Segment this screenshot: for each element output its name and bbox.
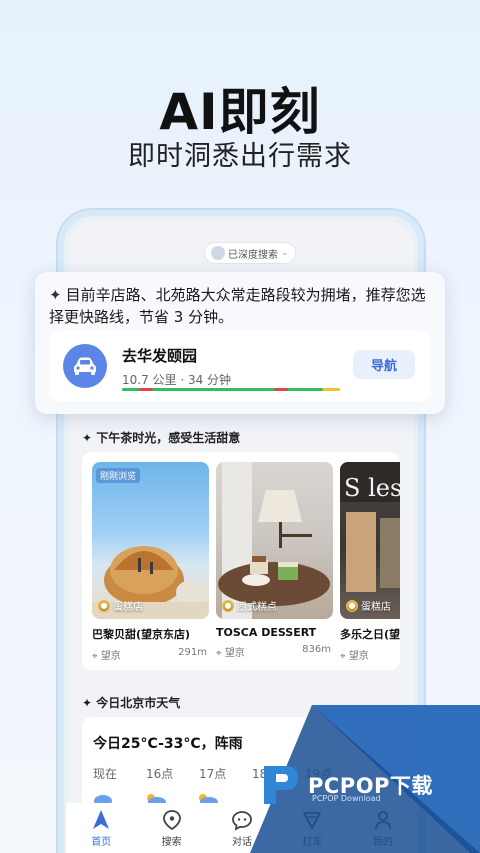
shop-area-label: 望京: [348, 651, 369, 662]
category-label: 蛋糕店: [113, 602, 143, 613]
shop-category-icon: ●: [98, 599, 110, 612]
tab-taxi[interactable]: 打车: [282, 809, 342, 848]
shop-meta: ⌖ 望京: [340, 647, 400, 662]
ai-message-text: 目前辛店路、北苑路大众常走路段较为拥堵，推荐您选择更快路线，节省 3 分钟。: [49, 286, 426, 326]
tab-label: 对话: [231, 837, 252, 848]
shop-category-icon: ●: [346, 599, 358, 612]
shop-card[interactable]: ● 西式糕点 TOSCA DESSERT ⌖ 望京 836m: [216, 462, 333, 659]
car-icon: [63, 344, 107, 388]
tab-search[interactable]: 搜索: [142, 809, 202, 848]
shop-name: 巴黎贝甜(望京东店): [92, 628, 191, 641]
shop-area-label: 望京: [100, 651, 121, 662]
weather-summary: 今日25°C-33°C，阵雨: [93, 736, 243, 752]
route-destination: 去华发颐园: [122, 347, 198, 365]
ai-message: ✦ 目前辛店路、北苑路大众常走路段较为拥堵，推荐您选择更快路线，节省 3 分钟。: [49, 284, 439, 328]
recent-badge: 刚刚浏览: [96, 468, 141, 483]
sparkle-icon: ✦: [82, 431, 97, 445]
user-icon: [374, 811, 391, 830]
chevron-down-icon: ⌄: [281, 248, 289, 258]
taxi-icon: [303, 812, 322, 829]
route-card[interactable]: 去华发颐园 10.7 公里 · 34 分钟 导航: [49, 331, 431, 401]
hour-label: 17点: [199, 767, 227, 781]
location-pin-icon: ⌖: [216, 648, 225, 659]
shop-area-label: 望京: [224, 648, 245, 659]
category-tag: ● 蛋糕店: [346, 598, 391, 613]
shop-name: TOSCA DESSERT: [216, 626, 317, 639]
tab-label: 我的: [372, 837, 393, 848]
tab-label: 搜索: [161, 837, 182, 848]
category-tag: ● 西式糕点: [222, 598, 277, 613]
sparkle-icon: ✦: [82, 696, 97, 710]
svg-text:S les IO: S les IO: [344, 474, 400, 502]
location-pin-icon: ⌖: [340, 651, 349, 662]
category-label: 蛋糕店: [361, 602, 391, 613]
shop-area: ⌖ 望京: [92, 647, 121, 662]
hour-label: 16点: [146, 767, 174, 781]
shop-image: 刚刚浏览 ● 蛋糕店: [92, 462, 209, 619]
location-pin-icon: [162, 810, 181, 831]
shop-category-icon: ●: [222, 599, 234, 612]
weather-section-title: ✦ 今日北京市天气: [82, 694, 180, 711]
shop-meta: ⌖ 望京 291m: [92, 647, 209, 662]
shop-image: S les IO ● 蛋糕店: [340, 462, 400, 619]
watermark-logo-icon: [256, 758, 304, 814]
navigate-arrow-icon: [93, 810, 110, 829]
route-distance-time: 10.7 公里 · 34 分钟: [122, 373, 232, 387]
category-tag: ● 蛋糕店: [98, 598, 143, 613]
category-label: 西式糕点: [237, 602, 277, 613]
navigate-button[interactable]: 导航: [353, 350, 415, 379]
watermark-sub: PCPOP Download: [312, 794, 381, 803]
deep-search-pill[interactable]: 已深度搜索 ⌄: [204, 242, 296, 264]
traffic-bar: [122, 388, 340, 391]
tea-section-title: ✦ 下午茶时光，感受生活甜意: [82, 429, 240, 446]
shop-name: 多乐之日(望: [340, 628, 400, 641]
tab-chat[interactable]: 对话: [212, 809, 272, 848]
shop-area: ⌖ 望京: [340, 647, 369, 662]
tab-home[interactable]: 首页: [71, 809, 131, 848]
shop-area: ⌖ 望京: [216, 644, 245, 659]
tab-label: 首页: [91, 837, 112, 848]
shop-distance: 291m: [178, 647, 207, 658]
avatar: [211, 246, 225, 260]
shop-image: ● 西式糕点: [216, 462, 333, 619]
shop-card[interactable]: S les IO ● 蛋糕店 多乐之日(望 ⌖ 望京: [340, 462, 400, 662]
tea-panel: 刚刚浏览 ● 蛋糕店 巴黎贝甜(望京东店) ⌖ 望京 291m ● 西式糕点 T…: [82, 452, 400, 670]
location-pin-icon: ⌖: [92, 651, 101, 662]
shop-distance: 836m: [302, 644, 331, 655]
chat-bubble-icon: [232, 811, 252, 831]
sparkle-icon: ✦: [49, 286, 62, 304]
weather-section-title-text: 今日北京市天气: [96, 696, 181, 710]
shop-card[interactable]: 刚刚浏览 ● 蛋糕店 巴黎贝甜(望京东店) ⌖ 望京 291m: [92, 462, 209, 662]
hour-label: 现在: [93, 767, 118, 781]
ai-recommendation-card: ✦ 目前辛店路、北苑路大众常走路段较为拥堵，推荐您选择更快路线，节省 3 分钟。 …: [35, 272, 445, 414]
deep-search-label: 已深度搜索: [228, 249, 278, 261]
tab-profile[interactable]: 我的: [353, 809, 413, 848]
tab-label: 打车: [302, 837, 323, 848]
shop-meta: ⌖ 望京 836m: [216, 644, 333, 659]
bottom-tab-bar: 首页 搜索 对话 打车 我的: [66, 803, 418, 853]
hero-subtitle: 即时洞悉出行需求: [128, 141, 352, 172]
tea-section-title-text: 下午茶时光，感受生活甜意: [96, 431, 241, 445]
